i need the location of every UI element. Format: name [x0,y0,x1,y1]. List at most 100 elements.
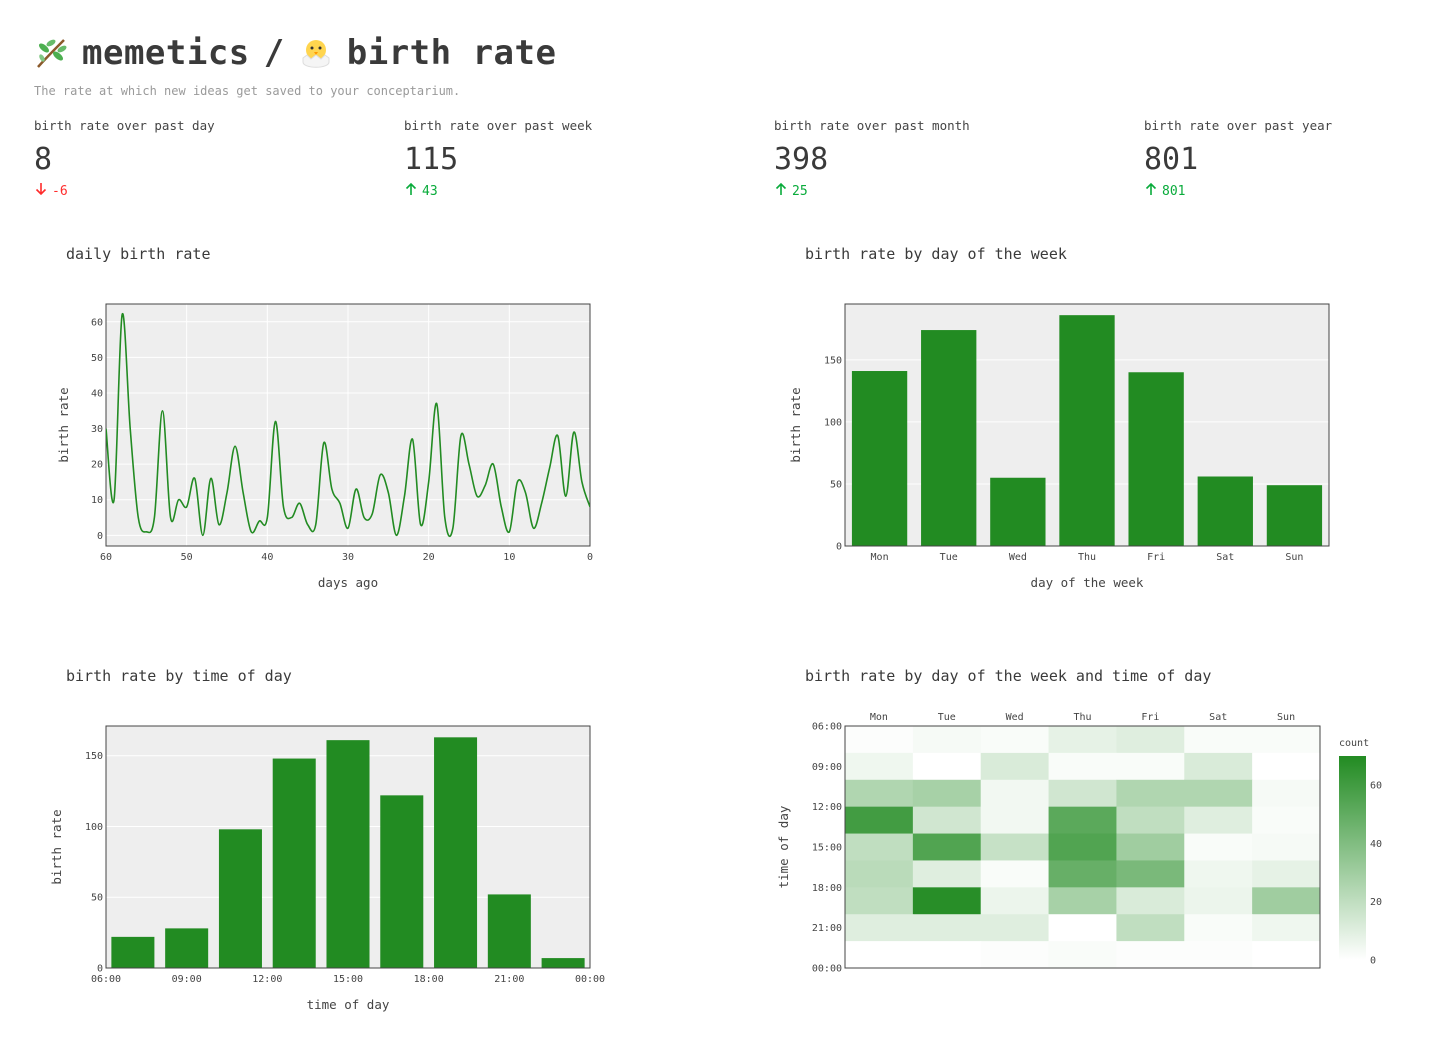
heatmap-cell [1252,860,1321,888]
y-tick-label: 150 [85,751,103,762]
heatmap-cell [1116,833,1185,861]
x-tick-label: 60 [100,552,112,563]
y-tick-label: 100 [85,822,103,833]
heatmap-cell [1048,806,1117,835]
heatmap-cell [1252,887,1321,915]
y-axis-title: birth rate [56,387,71,462]
y-axis-title: birth rate [788,387,803,462]
heatmap-cell [845,779,914,808]
timeofday-bar [541,958,585,968]
x-tick-label: 15:00 [333,974,363,985]
colorbar-tick-label: 60 [1370,781,1382,792]
y-axis-title: birth rate [49,809,64,884]
heatmap-cell [1048,833,1117,861]
column-label: Wed [1006,712,1024,723]
heatmap-cell [1048,860,1117,888]
weekday-bar [990,477,1046,546]
heatmap-cell [1184,887,1253,915]
x-tick-label: 00:00 [575,974,605,985]
x-tick-label: Fri [1147,552,1165,563]
weekday-bar [921,330,977,546]
y-tick-label: 40 [91,388,103,399]
column-label: Thu [1073,712,1091,723]
weekday-bar [1059,315,1115,546]
heatmap-cell [845,941,914,969]
x-tick-label: Wed [1009,552,1027,563]
heatmap-cell [912,887,982,915]
colorbar-tick-label: 0 [1370,956,1376,967]
heatmap-cell [980,860,1050,888]
timeofday-bar [487,894,531,968]
heatmap-cell [1116,860,1185,888]
y-tick-label: 60 [91,317,103,328]
heatmap-cell [1252,914,1321,942]
x-tick-label: Sun [1285,552,1303,563]
y-tick-label: 09:00 [812,762,842,773]
weekday-bar [851,371,908,546]
x-tick-label: Sat [1216,552,1234,563]
heatmap-cell [1048,779,1117,808]
heatmap-cell [912,860,982,888]
y-tick-label: 12:00 [812,802,842,813]
heatmap-cell [1252,806,1321,835]
heatmap-cell [912,752,982,781]
column-label: Mon [870,712,888,723]
weekday-bar [1128,372,1184,546]
heatmap-cell [1048,726,1117,754]
x-tick-label: 18:00 [414,974,444,985]
heatmap-cell [1116,887,1185,915]
heatmap-cell [980,941,1050,969]
y-tick-label: 100 [824,417,842,428]
heatmap-cell [1184,726,1253,754]
heatmap-cell [1116,914,1185,942]
x-tick-label: 06:00 [91,974,121,985]
x-tick-label: 12:00 [252,974,282,985]
heatmap-cell [1184,833,1253,861]
heatmap-cell [845,833,914,861]
y-tick-label: 20 [91,460,103,471]
heatmap-cell [1184,806,1253,835]
timeofday-bar [165,928,209,968]
heatmap-cell [980,806,1050,835]
heatmap-cell [1184,779,1253,808]
y-tick-label: 30 [91,424,103,435]
timeofday-bar [218,829,262,968]
x-axis-title: time of day [307,997,390,1012]
heatmap-cell [980,752,1050,781]
heatmap-cell [1252,833,1321,861]
heatmap-cell [1184,941,1253,969]
heatmap-cell [1184,752,1253,781]
timeofday-bar [111,936,155,968]
heatmap-cell [845,726,914,754]
heatmap-cell [1252,941,1321,969]
y-axis-title: time of day [776,805,791,888]
x-tick-label: Tue [940,552,958,563]
x-tick-label: 40 [261,552,273,563]
y-tick-label: 0 [97,964,103,975]
x-tick-label: 20 [423,552,435,563]
charts-canvas: 60 50 40 30 20 10 00102030405060days agobirth … [49,303,1382,1012]
heatmap-cell [845,914,914,942]
y-tick-label: 150 [824,355,842,366]
x-tick-label: 09:00 [172,974,202,985]
heatmap-cell [1252,779,1321,808]
heatmap-cell [912,941,982,969]
x-tick-label: Mon [871,552,889,563]
y-tick-label: 18:00 [812,883,842,894]
heatmap-cell [1116,779,1185,808]
heatmap-cell [845,806,914,835]
heatmap-cell [1048,941,1117,969]
timeofday-bar [272,758,316,968]
heatmap-cell [845,887,914,915]
heatmap-cell [980,887,1050,915]
y-tick-label: 15:00 [812,843,842,854]
heatmap-cell [1116,752,1185,781]
heatmap-cell [1184,860,1253,888]
heatmap-cell [980,833,1050,861]
x-tick-label: Thu [1078,552,1096,563]
heatmap-cell [845,860,914,888]
heatmap-cell [912,779,982,808]
timeofday-bar [380,795,424,968]
colorbar-tick-label: 40 [1370,839,1382,850]
weekday-bar [1197,476,1253,546]
